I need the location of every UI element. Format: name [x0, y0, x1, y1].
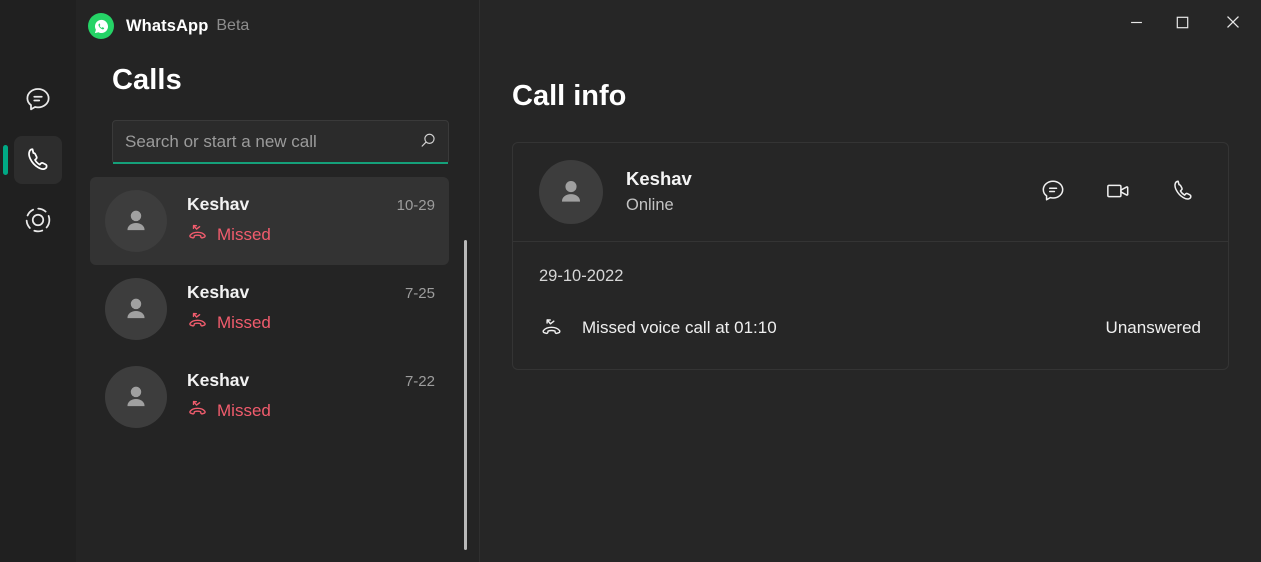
- call-list-item[interactable]: Keshav 7-25 Missed: [90, 265, 449, 353]
- contact-presence: Online: [626, 196, 674, 215]
- call-detail-section: 29-10-2022 Missed voice call at 01:10 Un…: [513, 242, 1228, 369]
- missed-call-icon: [539, 316, 563, 339]
- contact-actions: [1035, 174, 1201, 210]
- missed-call-icon: [187, 310, 208, 336]
- phone-icon: [1169, 177, 1197, 208]
- rail-item-chats[interactable]: [14, 76, 62, 124]
- avatar: [105, 366, 167, 428]
- navigation-rail: [0, 0, 76, 562]
- chat-bubble-icon: [23, 85, 53, 115]
- close-button[interactable]: [1205, 0, 1261, 47]
- search-icon: [417, 130, 439, 155]
- call-contact-name: Keshav: [187, 282, 250, 302]
- person-avatar-icon: [127, 386, 145, 407]
- minimize-icon: [1130, 16, 1143, 32]
- call-info-card: Keshav Online 29-10-2022 Missed voice ca…: [512, 142, 1229, 370]
- call-list-scrollbar[interactable]: [464, 240, 467, 550]
- call-item-body: Keshav 7-25 Missed: [187, 282, 435, 336]
- contact-text: Keshav Online: [626, 167, 1035, 216]
- call-contact-name: Keshav: [187, 194, 250, 214]
- call-status-label: Missed: [217, 225, 271, 244]
- status-ring-icon: [23, 205, 53, 235]
- call-date: 10-29: [396, 197, 435, 214]
- call-status-label: Missed: [217, 401, 271, 420]
- call-detail-result: Unanswered: [1105, 317, 1201, 337]
- call-detail-row: Missed voice call at 01:10 Unanswered: [539, 316, 1201, 339]
- missed-call-icon: [187, 398, 208, 424]
- app-brand: WhatsApp Beta: [76, 0, 479, 39]
- phone-icon: [23, 145, 53, 175]
- search-button[interactable]: [408, 122, 448, 162]
- app-beta-tag: Beta: [216, 17, 250, 34]
- rail-item-status[interactable]: [14, 196, 62, 244]
- call-detail-date: 29-10-2022: [539, 267, 624, 285]
- rail-item-calls[interactable]: [3, 136, 62, 184]
- call-list-item[interactable]: Keshav 10-29 Missed: [90, 177, 449, 265]
- app-title: WhatsApp: [126, 16, 209, 35]
- page-title: Calls: [112, 64, 182, 96]
- chat-bubble-icon: [1039, 177, 1067, 208]
- person-avatar-icon: [127, 210, 145, 231]
- contact-name: Keshav: [626, 168, 692, 190]
- avatar: [539, 160, 603, 224]
- missed-call-icon: [187, 222, 208, 248]
- avatar: [105, 190, 167, 252]
- call-date: 7-22: [404, 373, 435, 390]
- call-list-item[interactable]: Keshav 7-22 Missed: [90, 353, 449, 441]
- call-detail-label: Missed voice call at 01:10: [582, 317, 777, 337]
- call-item-body: Keshav 7-22 Missed: [187, 370, 435, 424]
- minimize-button[interactable]: [1113, 0, 1159, 47]
- avatar: [105, 278, 167, 340]
- call-info-panel: Call info Keshav Online 29-10-2022 Misse…: [480, 0, 1261, 562]
- call-contact-name: Keshav: [187, 370, 250, 390]
- person-avatar-icon: [127, 298, 145, 319]
- video-call-button[interactable]: [1100, 174, 1136, 210]
- call-status-label: Missed: [217, 313, 271, 332]
- call-list: Keshav 10-29 Missed Keshav 7-25 Missed K…: [76, 177, 479, 507]
- maximize-icon: [1176, 16, 1189, 32]
- search-box[interactable]: [112, 120, 449, 164]
- active-indicator: [3, 145, 8, 175]
- message-button[interactable]: [1035, 174, 1071, 210]
- calls-panel: WhatsApp Beta Calls Search or start a ne…: [76, 0, 480, 562]
- whatsapp-window: WhatsApp Beta Calls Search or start a ne…: [0, 0, 1261, 562]
- contact-header: Keshav Online: [513, 143, 1228, 242]
- person-avatar-icon: [562, 181, 580, 202]
- voice-call-button[interactable]: [1165, 174, 1201, 210]
- whatsapp-logo-icon: [88, 13, 114, 39]
- video-camera-icon: [1104, 177, 1132, 208]
- close-icon: [1226, 15, 1240, 32]
- call-item-body: Keshav 10-29 Missed: [187, 194, 435, 248]
- search-input[interactable]: [113, 132, 408, 152]
- call-date: 7-25: [404, 285, 435, 302]
- window-controls: [1113, 0, 1261, 47]
- maximize-button[interactable]: [1159, 0, 1205, 47]
